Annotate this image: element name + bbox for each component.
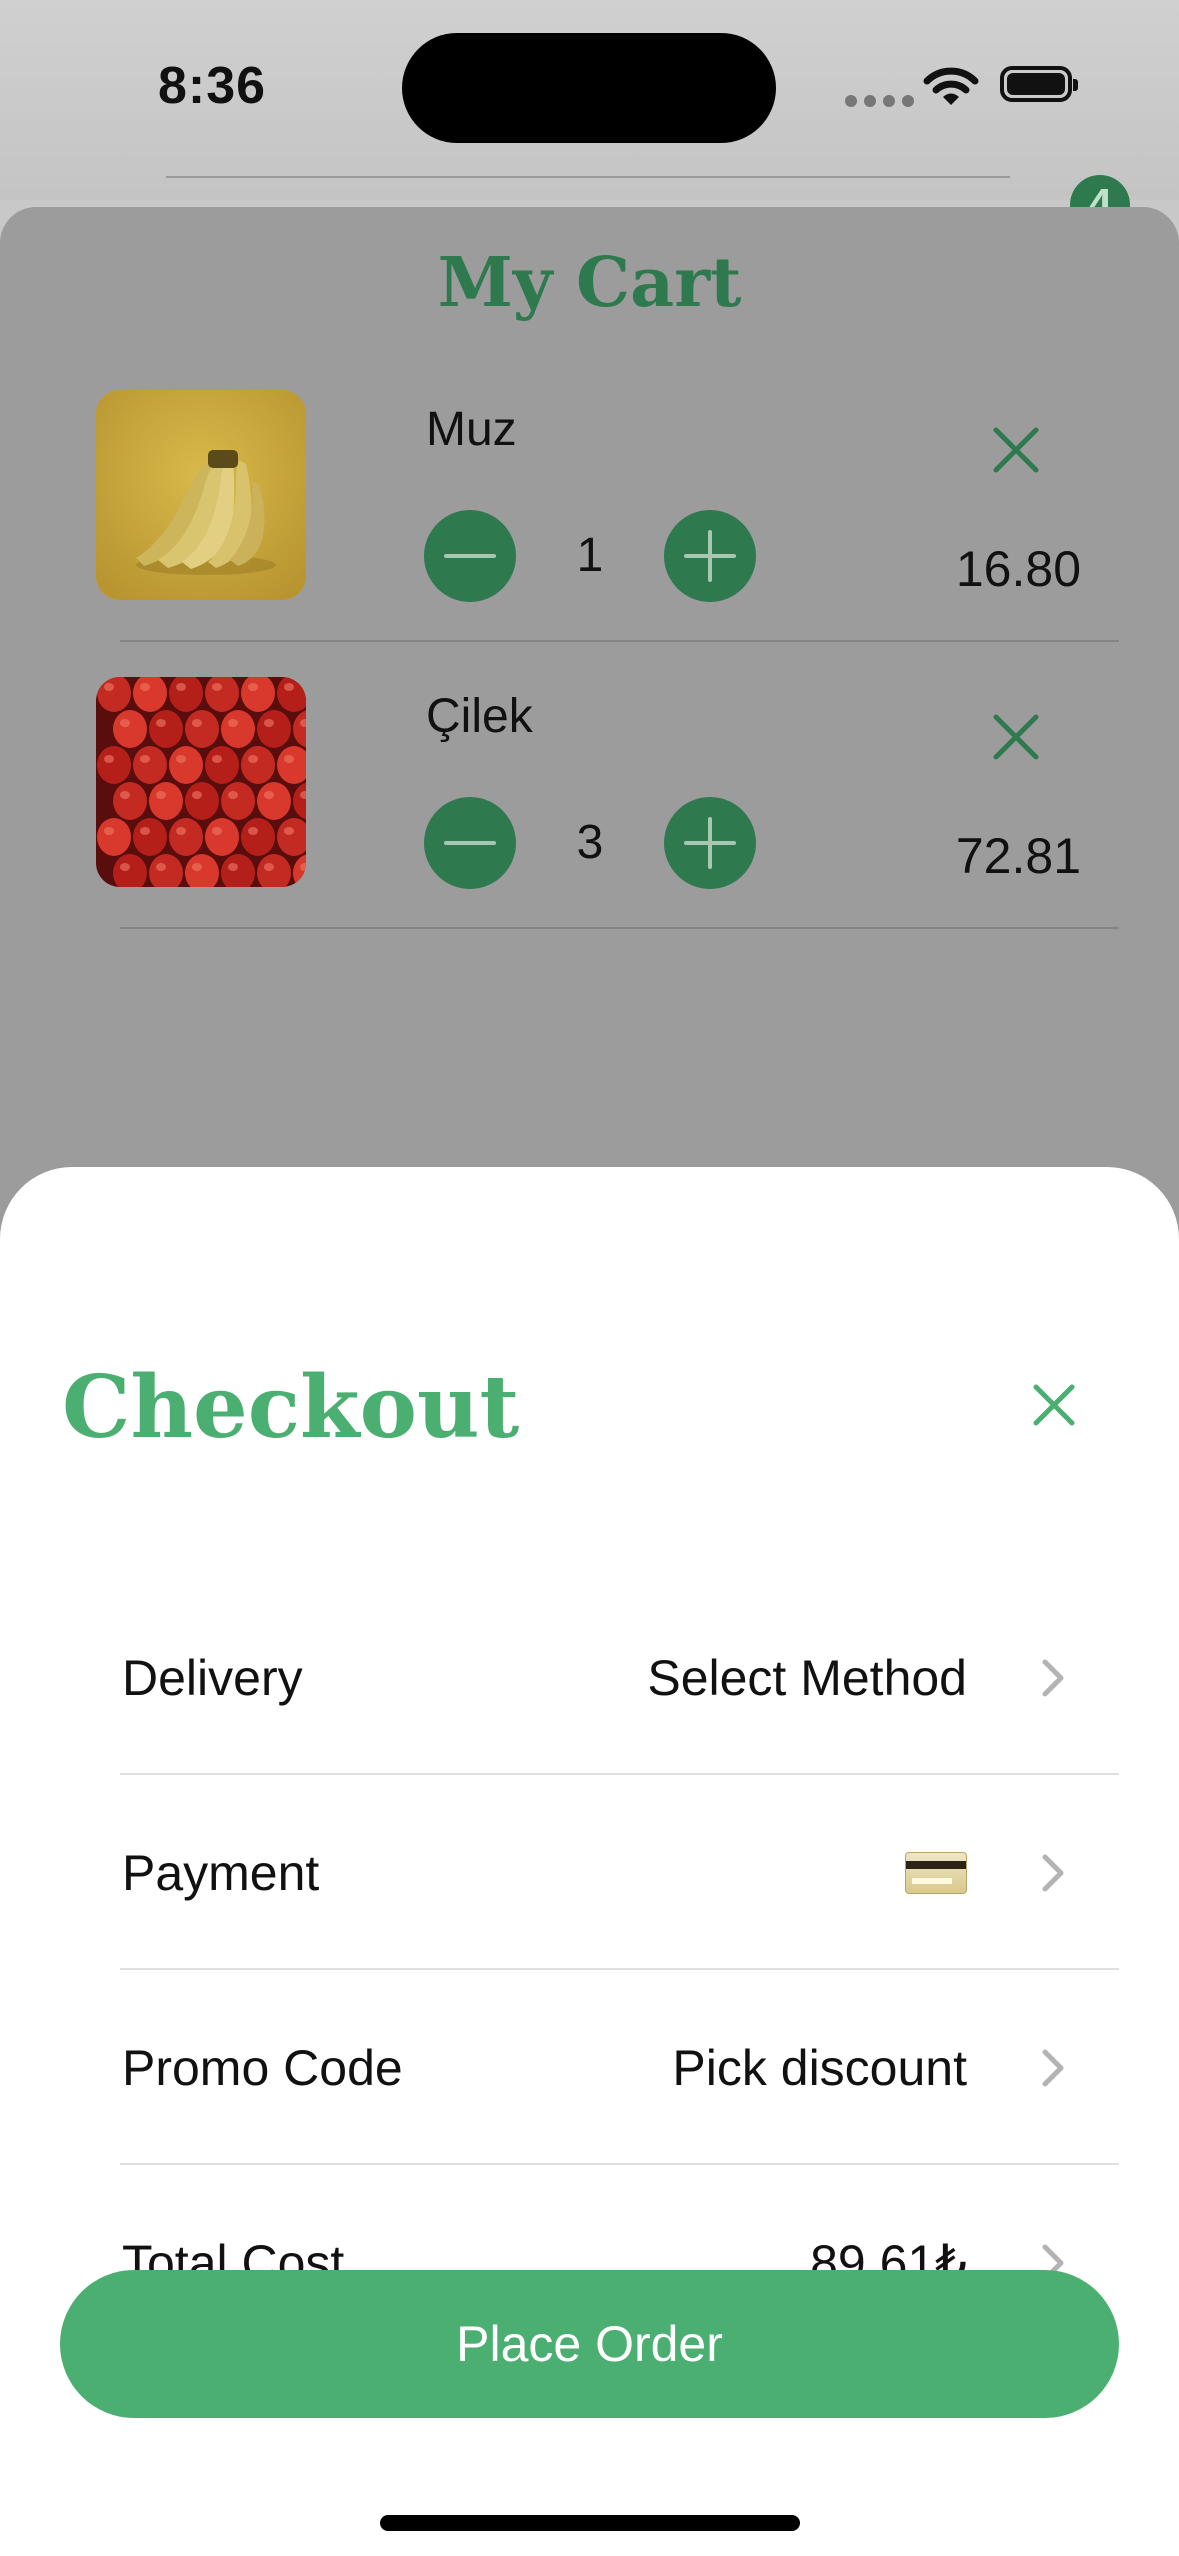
- quantity-value: 1: [576, 529, 604, 582]
- dynamic-island: [402, 33, 776, 143]
- remove-item-icon[interactable]: [984, 418, 1048, 482]
- promo-code-row[interactable]: Promo Code Pick discount: [120, 1970, 1119, 2165]
- cellular-signal-icon: [845, 95, 914, 107]
- payment-row[interactable]: Payment: [120, 1775, 1119, 1970]
- banana-image: [96, 390, 306, 600]
- cart-item: Muz 1 16.80: [0, 390, 1179, 680]
- decrease-quantity-button[interactable]: [424, 510, 516, 602]
- checkout-title: Checkout: [62, 1357, 520, 1458]
- remove-item-icon[interactable]: [984, 705, 1048, 769]
- credit-card-icon: [905, 1851, 967, 1894]
- home-indicator: [380, 2515, 800, 2531]
- cart-item-divider: [120, 927, 1119, 929]
- cart-title: My Cart: [437, 243, 742, 323]
- status-bar: 8:36: [0, 0, 1179, 200]
- plus-icon: [684, 530, 736, 582]
- quantity-value: 3: [576, 816, 604, 869]
- cart-item-price: 16.80: [955, 541, 1081, 597]
- status-time: 8:36: [158, 57, 267, 115]
- cart-item-price: 72.81: [955, 828, 1081, 884]
- increase-quantity-button[interactable]: [664, 797, 756, 889]
- chevron-right-icon: [1042, 2049, 1064, 2086]
- increase-quantity-button[interactable]: [664, 510, 756, 602]
- promo-code-label: Promo Code: [122, 2039, 403, 2096]
- chevron-right-icon: [1042, 1659, 1064, 1696]
- minus-icon: [444, 554, 496, 558]
- decrease-quantity-button[interactable]: [424, 797, 516, 889]
- battery-icon: [1000, 66, 1078, 102]
- payment-label: Payment: [122, 1844, 320, 1901]
- cart-item-divider: [120, 640, 1119, 642]
- promo-code-value: Pick discount: [672, 2039, 967, 2096]
- cart-item: Çilek 3 72.81: [0, 677, 1179, 967]
- strawberry-image: [96, 677, 306, 887]
- delivery-label: Delivery: [122, 1649, 303, 1706]
- place-order-button[interactable]: Place Order: [60, 2270, 1119, 2418]
- delivery-value: Select Method: [647, 1649, 967, 1706]
- wifi-icon: [923, 67, 979, 105]
- minus-icon: [444, 841, 496, 845]
- plus-icon: [684, 817, 736, 869]
- delivery-row[interactable]: Delivery Select Method: [120, 1580, 1119, 1775]
- close-icon[interactable]: [1022, 1373, 1086, 1437]
- background-divider: [166, 176, 1010, 178]
- chevron-right-icon: [1042, 1854, 1064, 1891]
- cart-item-name: Çilek: [426, 690, 533, 743]
- cart-item-name: Muz: [426, 403, 517, 456]
